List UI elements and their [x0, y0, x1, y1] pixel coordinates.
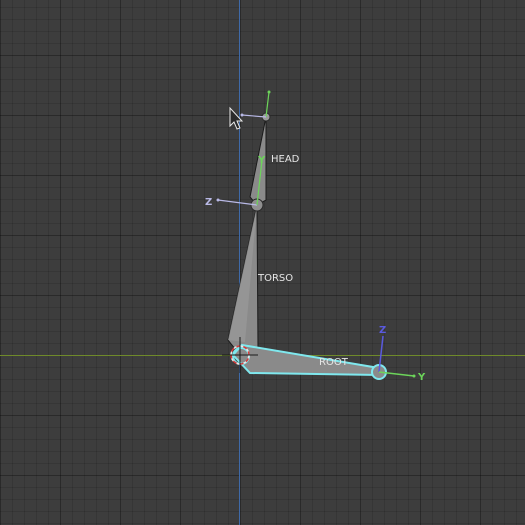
bone-label-torso: TORSO	[257, 273, 293, 284]
head-y-axis-label: Y	[257, 155, 266, 166]
mouse-pointer-icon	[229, 106, 244, 130]
head-z-axis-label: Z	[205, 197, 212, 208]
bone-label-root: ROOT	[319, 357, 349, 368]
root-y-axis-label: Y	[417, 372, 426, 383]
bone-label-head: HEAD	[271, 154, 300, 165]
3d-viewport[interactable]: Y Z Z Y HEAD TORSO ROOT	[0, 0, 525, 525]
root-bone[interactable]	[231, 343, 387, 380]
torso-bone[interactable]	[227, 204, 259, 356]
armature-scene: Y Z Z Y HEAD TORSO ROOT	[0, 0, 525, 525]
root-z-axis-label: Z	[379, 325, 386, 336]
